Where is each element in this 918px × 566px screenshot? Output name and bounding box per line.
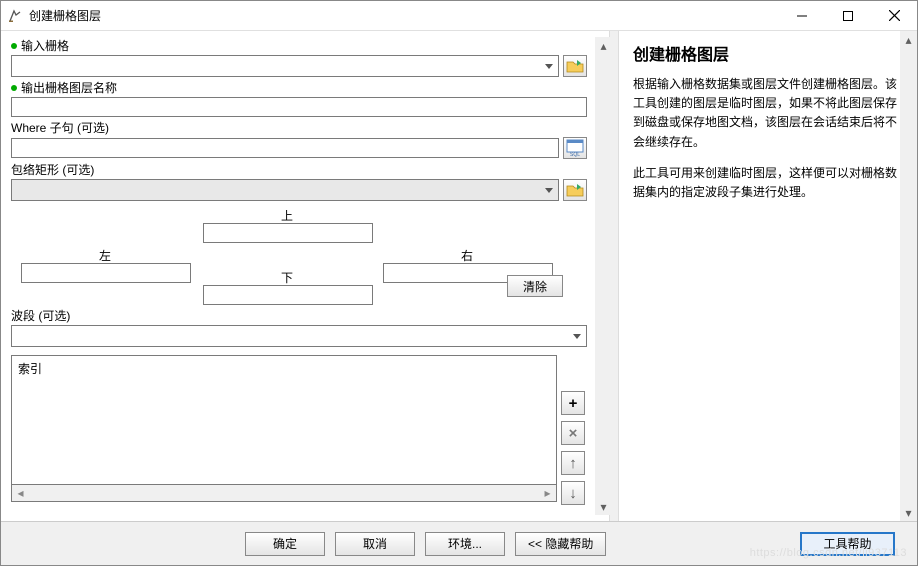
environments-button[interactable]: 环境...	[425, 532, 505, 556]
extent-right-label: 右	[461, 247, 473, 264]
ok-button[interactable]: 确定	[245, 532, 325, 556]
help-pane: 创建栅格图层 根据输入栅格数据集或图层文件创建栅格图层。该工具创建的图层是临时图…	[619, 31, 917, 521]
list-item[interactable]: 索引	[18, 360, 550, 377]
svg-text:SQL: SQL	[570, 152, 580, 157]
help-title: 创建栅格图层	[633, 41, 901, 65]
browse-input-button[interactable]	[563, 55, 587, 77]
move-down-button[interactable]: ↓	[561, 481, 585, 505]
add-band-button[interactable]: +	[561, 391, 585, 415]
help-scrollbar[interactable]: ▴ ▾	[900, 31, 917, 521]
extent-left-label: 左	[99, 247, 111, 264]
window-title: 创建栅格图层	[29, 7, 779, 24]
output-name-label: 输出栅格图层名称	[21, 79, 117, 96]
where-label: Where 子句 (可选)	[11, 119, 109, 136]
close-button[interactable]	[871, 1, 917, 31]
remove-band-button[interactable]: ×	[561, 421, 585, 445]
clear-extent-button[interactable]: 清除	[507, 275, 563, 297]
footer: 确定 取消 环境... << 隐藏帮助 工具帮助	[1, 521, 917, 565]
where-clause-input[interactable]	[11, 138, 559, 158]
cancel-button[interactable]: 取消	[335, 532, 415, 556]
extent-left-input[interactable]	[21, 263, 191, 283]
bands-label: 波段 (可选)	[11, 307, 70, 324]
app-icon	[7, 8, 23, 24]
extent-bottom-label: 下	[281, 269, 293, 286]
help-paragraph: 根据输入栅格数据集或图层文件创建栅格图层。该工具创建的图层是临时图层，如果不将此…	[633, 75, 901, 152]
titlebar: 创建栅格图层	[1, 1, 917, 31]
envelope-select[interactable]	[11, 179, 559, 201]
help-paragraph: 此工具可用来创建临时图层，这样便可以对栅格数据集内的指定波段子集进行处理。	[633, 164, 901, 202]
extent-group: 上 左 右 下 清除	[11, 207, 587, 297]
output-name-input[interactable]	[11, 97, 587, 117]
tool-help-button[interactable]: 工具帮助	[800, 532, 895, 556]
listbox-h-scrollbar[interactable]: ◂▸	[11, 485, 557, 502]
bands-select[interactable]	[11, 325, 587, 347]
parameters-pane: 输入栅格 输出栅格图层名称 Where 子句 (可选)	[1, 31, 609, 521]
input-raster-select[interactable]	[11, 55, 559, 77]
input-raster-label: 输入栅格	[21, 37, 69, 54]
browse-envelope-button[interactable]	[563, 179, 587, 201]
maximize-button[interactable]	[825, 1, 871, 31]
left-pane-scrollbar[interactable]: ▴ ▾	[595, 37, 612, 515]
envelope-label: 包络矩形 (可选)	[11, 161, 94, 178]
minimize-button[interactable]	[779, 1, 825, 31]
required-dot-icon	[11, 43, 17, 49]
extent-top-input[interactable]	[203, 223, 373, 243]
hide-help-button[interactable]: << 隐藏帮助	[515, 532, 606, 556]
required-dot-icon	[11, 85, 17, 91]
move-up-button[interactable]: ↑	[561, 451, 585, 475]
bands-listbox[interactable]: 索引	[11, 355, 557, 485]
extent-top-label: 上	[281, 207, 293, 224]
extent-bottom-input[interactable]	[203, 285, 373, 305]
sql-builder-button[interactable]: SQL	[563, 137, 587, 159]
